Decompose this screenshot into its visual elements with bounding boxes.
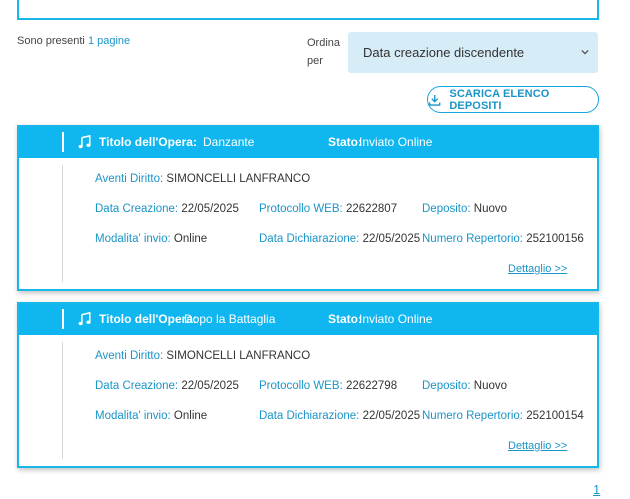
numero-repertorio-label: Numero Repertorio: <box>422 410 523 422</box>
order-select-value: Data creazione discendente <box>363 45 525 60</box>
state-value: Inviato Online <box>359 312 433 326</box>
card-header: Titolo dell'Opera: Danzante Stato: Invia… <box>19 127 597 158</box>
protocollo-web-value: 22622798 <box>345 380 398 392</box>
previous-card-bottom <box>17 0 599 20</box>
chevron-down-icon <box>581 49 589 55</box>
download-icon <box>429 94 441 106</box>
aventi-diritto-label: Aventi Diritto: <box>95 173 164 185</box>
body-divider <box>62 165 63 282</box>
pages-link[interactable]: 1 pagine <box>88 35 130 47</box>
aventi-diritto-label: Aventi Diritto: <box>95 350 164 362</box>
data-dichiarazione-label: Data Dichiarazione: <box>259 233 360 245</box>
deposit-card: Titolo dell'Opera: Danzante Stato: Invia… <box>17 125 599 291</box>
aventi-diritto-value: SIMONCELLI LANFRANCO <box>166 173 311 185</box>
title-label: Titolo dell'Opera: <box>99 312 197 326</box>
body-divider <box>62 342 63 459</box>
state-label: Stato: <box>328 312 362 326</box>
protocollo-web-value: 22622807 <box>345 203 398 215</box>
data-creazione-label: Data Creazione: <box>95 203 179 215</box>
card-body: Aventi Diritto: SIMONCELLI LANFRANCO Dat… <box>19 158 597 289</box>
deposito-field: Deposito: Nuovo <box>422 380 507 392</box>
card-header: Titolo dell'Opera: Dopo la Battaglia Sta… <box>19 304 597 335</box>
results-count: Sono presenti 1 pagine <box>17 35 130 47</box>
title-label: Titolo dell'Opera: <box>99 135 197 149</box>
data-dichiarazione-label: Data Dichiarazione: <box>259 410 360 422</box>
data-creazione-label: Data Creazione: <box>95 380 179 392</box>
deposito-label: Deposito: <box>422 203 471 215</box>
deposito-label: Deposito: <box>422 380 471 392</box>
protocollo-web-label: Protocollo WEB: <box>259 380 343 392</box>
deposit-card: Titolo dell'Opera: Dopo la Battaglia Sta… <box>17 302 599 468</box>
modalita-invio-label: Modalita' invio: <box>95 233 171 245</box>
data-creazione-field: Data Creazione: 22/05/2025 <box>95 203 239 215</box>
header-divider <box>62 309 64 329</box>
deposito-value: Nuovo <box>473 380 508 392</box>
aventi-diritto-value: SIMONCELLI LANFRANCO <box>166 350 311 362</box>
state-label: Stato: <box>328 135 362 149</box>
order-select[interactable]: Data creazione discendente <box>348 32 598 73</box>
modalita-invio-value: Online <box>173 233 208 245</box>
numero-repertorio-value: 252100156 <box>526 233 584 245</box>
data-creazione-value: 22/05/2025 <box>181 203 239 215</box>
order-label: Ordina per <box>307 34 340 70</box>
pagination-page-1[interactable]: 1 <box>593 482 600 497</box>
protocollo-web-label: Protocollo WEB: <box>259 203 343 215</box>
order-label-line1: Ordina <box>307 37 341 49</box>
data-dichiarazione-field: Data Dichiarazione: 22/05/2025 <box>259 410 420 422</box>
download-deposits-button[interactable]: SCARICA ELENCO DEPOSITI <box>427 86 599 113</box>
data-dichiarazione-field: Data Dichiarazione: 22/05/2025 <box>259 233 420 245</box>
data-creazione-value: 22/05/2025 <box>181 380 239 392</box>
detail-link[interactable]: Dettaglio >> <box>508 263 567 275</box>
modalita-invio-value: Online <box>173 410 208 422</box>
deposito-field: Deposito: Nuovo <box>422 203 507 215</box>
title-value: Dopo la Battaglia <box>184 312 276 326</box>
header-divider <box>62 132 64 152</box>
state-value: Inviato Online <box>359 135 433 149</box>
numero-repertorio-label: Numero Repertorio: <box>422 233 523 245</box>
modalita-invio-field: Modalita' invio: Online <box>95 410 207 422</box>
detail-link[interactable]: Dettaglio >> <box>508 440 567 452</box>
modalita-invio-field: Modalita' invio: Online <box>95 233 207 245</box>
card-body: Aventi Diritto: SIMONCELLI LANFRANCO Dat… <box>19 335 597 466</box>
protocollo-web-field: Protocollo WEB: 22622798 <box>259 380 397 392</box>
data-dichiarazione-value: 22/05/2025 <box>362 410 421 422</box>
protocollo-web-field: Protocollo WEB: 22622807 <box>259 203 397 215</box>
data-creazione-field: Data Creazione: 22/05/2025 <box>95 380 239 392</box>
results-prefix: Sono presenti <box>17 35 85 47</box>
download-button-label: SCARICA ELENCO DEPOSITI <box>449 87 550 112</box>
numero-repertorio-field: Numero Repertorio: 252100154 <box>422 410 584 422</box>
order-label-line2: per <box>307 55 323 67</box>
title-value: Danzante <box>203 135 255 149</box>
deposito-value: Nuovo <box>473 203 508 215</box>
music-note-icon <box>78 135 91 149</box>
aventi-diritto-field: Aventi Diritto: SIMONCELLI LANFRANCO <box>95 173 310 185</box>
data-dichiarazione-value: 22/05/2025 <box>362 233 421 245</box>
numero-repertorio-field: Numero Repertorio: 252100156 <box>422 233 584 245</box>
modalita-invio-label: Modalita' invio: <box>95 410 171 422</box>
aventi-diritto-field: Aventi Diritto: SIMONCELLI LANFRANCO <box>95 350 310 362</box>
music-note-icon <box>78 312 91 326</box>
numero-repertorio-value: 252100154 <box>526 410 584 422</box>
